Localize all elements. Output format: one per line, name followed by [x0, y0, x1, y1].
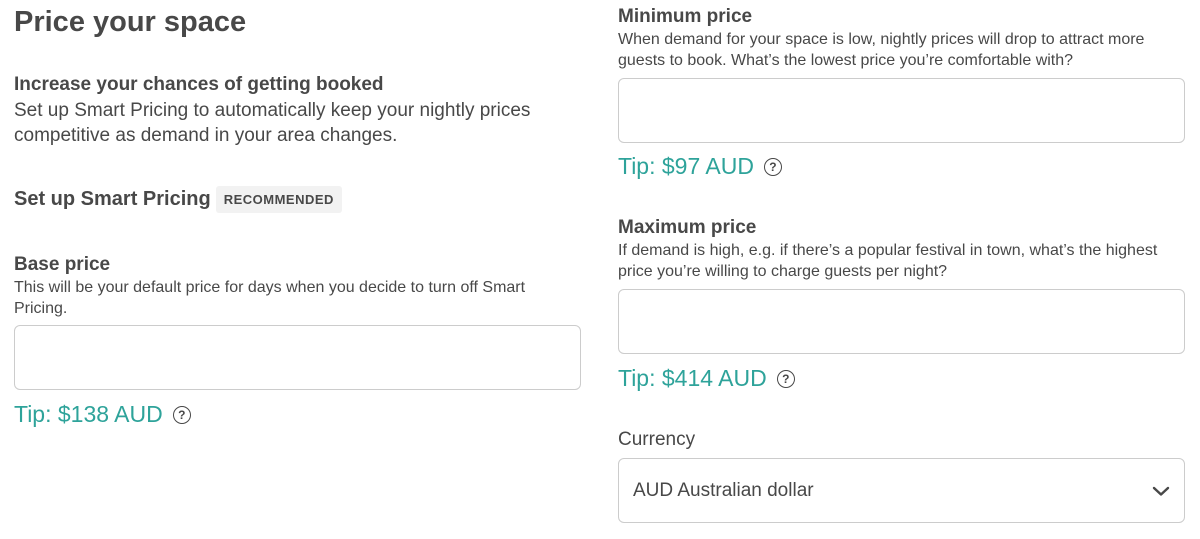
minimum-price-label: Minimum price: [618, 6, 753, 27]
base-price-tip: Tip: $138 AUD ?: [14, 401, 191, 428]
help-circle-icon[interactable]: ?: [172, 405, 191, 424]
minimum-price-description: When demand for your space is low, night…: [618, 31, 1145, 69]
help-circle-icon[interactable]: ?: [763, 157, 782, 176]
maximum-price-tip: Tip: $414 AUD ?: [618, 365, 795, 392]
intro-heading: Increase your chances of getting booked: [14, 74, 384, 95]
maximum-price-label: Maximum price: [618, 217, 757, 238]
maximum-price-input[interactable]: [618, 289, 1185, 354]
recommended-badge: RECOMMENDED: [215, 186, 342, 213]
minimum-price-tip: Tip: $97 AUD ?: [618, 153, 782, 180]
maximum-price-tip-text: Tip: $414 AUD: [618, 365, 767, 391]
minimum-price-tip-text: Tip: $97 AUD: [618, 153, 754, 179]
currency-select[interactable]: AUD Australian dollar: [618, 458, 1185, 523]
help-circle-icon[interactable]: ?: [776, 369, 795, 388]
intro-description: Set up Smart Pricing to automatically ke…: [14, 100, 531, 146]
base-price-label: Base price: [14, 254, 111, 275]
page-title: Price your space: [14, 6, 247, 38]
currency-selected-value: AUD Australian dollar: [633, 479, 814, 501]
chevron-down-icon: [1152, 485, 1170, 497]
smart-pricing-heading: Set up Smart Pricing: [14, 188, 211, 210]
base-price-tip-text: Tip: $138 AUD: [14, 401, 163, 427]
currency-label: Currency: [618, 429, 696, 450]
base-price-description: This will be your default price for days…: [14, 279, 526, 317]
smart-pricing-header: Set up Smart Pricing RECOMMENDED: [14, 186, 342, 213]
base-price-input[interactable]: [14, 325, 581, 390]
minimum-price-input[interactable]: [618, 78, 1185, 143]
maximum-price-description: If demand is high, e.g. if there’s a pop…: [618, 242, 1158, 280]
